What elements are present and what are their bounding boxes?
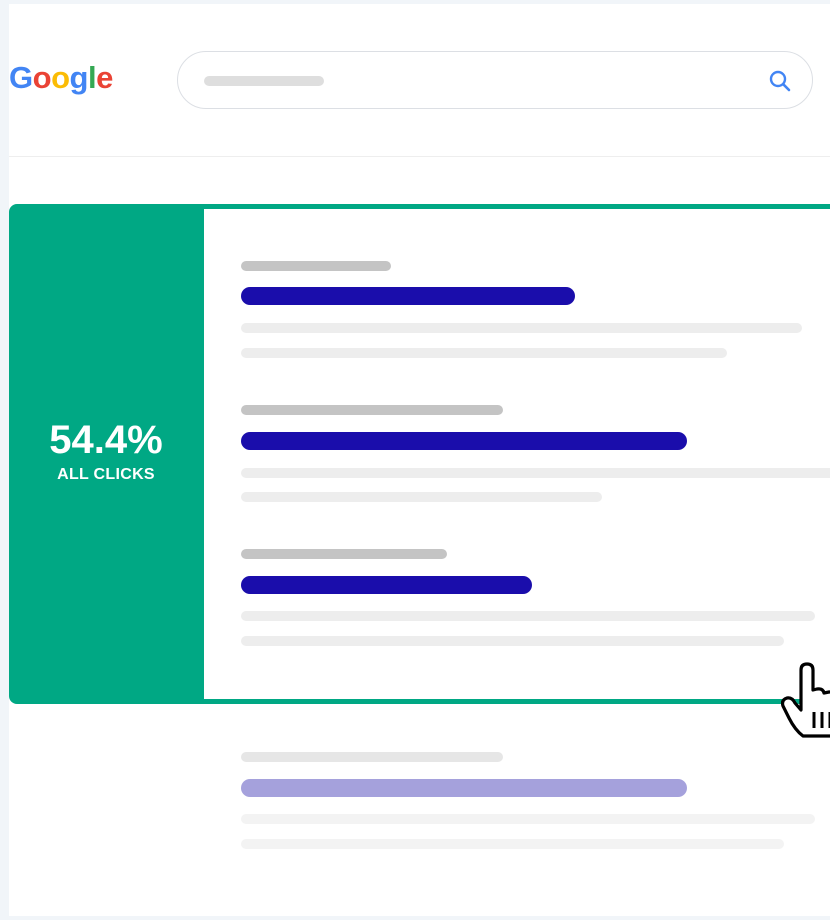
result-title-link[interactable] bbox=[241, 432, 687, 450]
result-snippet-line bbox=[241, 611, 815, 621]
result-title-link[interactable] bbox=[241, 576, 532, 594]
result-snippet-line bbox=[241, 814, 815, 824]
logo-letter: e bbox=[96, 60, 113, 95]
click-share-stat: 54.4% ALL CLICKS bbox=[9, 204, 203, 704]
search-input[interactable] bbox=[177, 51, 813, 109]
result-url bbox=[241, 405, 503, 415]
result-url bbox=[241, 261, 391, 271]
result-snippet-line bbox=[241, 348, 727, 358]
result-snippet-line bbox=[241, 839, 784, 849]
header-divider bbox=[9, 156, 830, 157]
logo-letter: G bbox=[9, 60, 33, 95]
logo-letter: l bbox=[87, 60, 97, 95]
result-title-link[interactable] bbox=[241, 287, 575, 305]
top-results-highlight: 54.4% ALL CLICKS bbox=[9, 204, 830, 704]
result-title-link[interactable] bbox=[241, 779, 687, 797]
result-snippet-line bbox=[241, 492, 602, 502]
search-results-page: Google 54.4% ALL CLICKS bbox=[9, 4, 830, 916]
result-snippet-line bbox=[241, 323, 802, 333]
result-snippet-line bbox=[241, 636, 784, 646]
result-snippet-line bbox=[241, 468, 830, 478]
logo-letter: o bbox=[51, 60, 70, 95]
click-share-label: ALL CLICKS bbox=[57, 466, 155, 483]
result-url bbox=[241, 752, 503, 762]
logo-letter: g bbox=[69, 60, 89, 95]
logo-letter: o bbox=[32, 60, 52, 95]
pointer-hand-icon bbox=[781, 662, 830, 738]
search-icon[interactable] bbox=[766, 67, 794, 95]
google-logo[interactable]: Google bbox=[9, 62, 113, 93]
highlighted-results bbox=[204, 209, 830, 699]
search-query-placeholder bbox=[204, 76, 324, 86]
result-url bbox=[241, 549, 447, 559]
click-share-value: 54.4% bbox=[49, 418, 163, 462]
